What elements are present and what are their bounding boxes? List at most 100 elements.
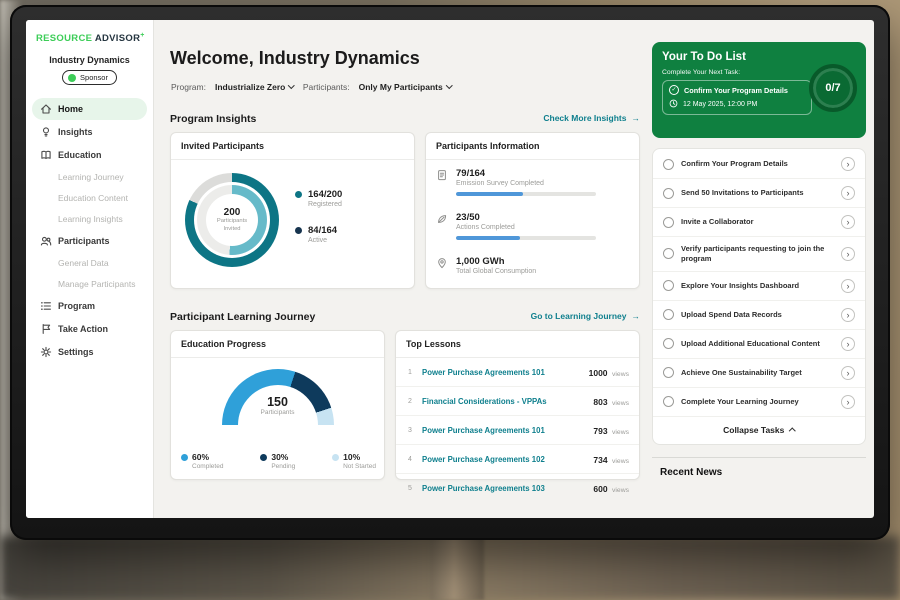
brand-advisor: ADVISOR+ [95,33,145,44]
program-filter-label: Program: [171,82,206,92]
todo-item-send-50-invitations-to-participants[interactable]: Send 50 Invitations to Participants› [653,179,865,208]
chevron-right-icon[interactable]: › [841,215,855,229]
education-icon [40,149,52,161]
legend-value: 164/200 [308,189,342,200]
lesson-link[interactable]: Power Purchase Agreements 102 [422,455,585,464]
gauge-legend-item: 30%Pending [260,452,295,470]
chevron-right-icon[interactable]: › [841,186,855,200]
todo-item-label: Invite a Collaborator [681,217,834,227]
legend-dot-icon [295,227,302,234]
sidebar-item-label: Education Content [58,193,128,203]
legend-label: Not Started [343,463,376,470]
participants-filter-dropdown[interactable]: Only My Participants [359,82,452,92]
todo-item-invite-a-collaborator[interactable]: Invite a Collaborator › [653,208,865,237]
chevron-right-icon[interactable]: › [841,279,855,293]
chevron-right-icon[interactable]: › [841,366,855,380]
sidebar-item-label: Learning Journey [58,172,124,182]
sidebar-item-label: Education [58,150,102,160]
sidebar-item-label: Home [58,104,83,114]
page-title: Welcome, Industry Dynamics [170,48,420,69]
sidebar-item-insights[interactable]: Insights [32,121,147,143]
todo-checkbox[interactable] [663,188,674,199]
todo-checkbox[interactable] [663,396,674,407]
lesson-link[interactable]: Power Purchase Agreements 101 [422,368,581,377]
lesson-views: 1000 views [589,363,629,381]
sidebar-item-learning-journey[interactable]: Learning Journey [32,167,147,187]
todo-item-upload-additional-educational-content[interactable]: Upload Additional Educational Content› [653,330,865,359]
invited-donut-chart: 200 Participants Invited [185,173,279,267]
invited-participants-card: Invited Participants 200 Participants In… [170,132,415,289]
participants-icon [40,235,52,247]
next-task-box[interactable]: ✓ Confirm Your Program Details 12 May 20… [662,80,812,115]
chevron-right-icon[interactable]: › [841,247,855,261]
filters-bar: Program: Industrialize Zero Participants… [171,82,451,92]
todo-item-label: Confirm Your Program Details [681,159,834,169]
check-more-insights-link[interactable]: Check More Insights → [543,113,640,123]
lesson-rank: 2 [406,398,414,405]
todo-checkbox[interactable] [663,280,674,291]
lesson-link[interactable]: Power Purchase Agreements 101 [422,426,585,435]
legend-label: Active [308,237,337,244]
todo-item-complete-your-learning-journey[interactable]: Complete Your Learning Journey › [653,388,865,417]
sidebar-item-manage-participants[interactable]: Manage Participants [32,274,147,294]
todo-checkbox[interactable] [663,248,674,259]
chevron-right-icon[interactable]: › [841,308,855,322]
info-label: Emission Survey Completed [456,180,596,187]
todo-item-label: Complete Your Learning Journey [681,397,834,407]
monitor-bezel: RESOURCE ADVISOR+ Industry Dynamics Spon… [10,5,890,540]
sidebar-item-settings[interactable]: Settings [32,341,147,363]
todo-item-confirm-your-program-details[interactable]: Confirm Your Program Details › [653,150,865,179]
sidebar-item-general-data[interactable]: General Data [32,253,147,273]
lesson-views: 600 views [593,479,629,497]
chevron-down-icon [446,82,452,88]
todo-hero-card: Your To Do List Complete Your Next Task:… [652,42,866,138]
chevron-right-icon[interactable]: › [841,395,855,409]
lesson-link[interactable]: Financial Considerations - VPPAs [422,397,585,406]
chevron-right-icon[interactable]: › [841,157,855,171]
sidebar-item-education-content[interactable]: Education Content [32,188,147,208]
collapse-tasks-button[interactable]: Collapse Tasks [653,417,865,443]
todo-progress-ring: 0/7 [809,64,857,112]
gauge-center-value: 150 [171,395,384,409]
link-label: Check More Insights [543,113,626,123]
todo-item-upload-spend-data-records[interactable]: Upload Spend Data Records› [653,301,865,330]
lesson-row: 3Power Purchase Agreements 101793 views [396,416,639,445]
legend-dot-icon [181,454,188,461]
todo-checkbox[interactable] [663,159,674,170]
take-action-icon [40,323,52,335]
chevron-right-icon[interactable]: › [841,337,855,351]
todo-checkbox[interactable] [663,217,674,228]
sidebar-item-learning-insights[interactable]: Learning Insights [32,209,147,229]
todo-item-achieve-one-sustainability-target[interactable]: Achieve One Sustainability Target› [653,359,865,388]
sidebar-item-label: Program [58,301,95,311]
next-task-due: 12 May 2025, 12:00 PM [683,101,757,108]
todo-checkbox[interactable] [663,309,674,320]
check-circle-icon: ✓ [669,85,679,95]
donut-legend-item: 164/200Registered [295,189,342,208]
sidebar-item-participants[interactable]: Participants [32,230,147,252]
info-value: 23/50 [456,212,596,223]
lesson-row: 2Financial Considerations - VPPAs803 vie… [396,387,639,416]
lesson-views: 793 views [593,421,629,439]
gauge-legend: 60%Completed30%Pending10%Not Started [181,452,376,470]
program-filter-dropdown[interactable]: Industrialize Zero [215,82,294,92]
sidebar-item-take-action[interactable]: Take Action [32,318,147,340]
info-value: 1,000 GWh [456,256,536,267]
lesson-link[interactable]: Power Purchase Agreements 103 [422,484,585,493]
recent-news-header[interactable]: Recent News [652,457,866,478]
legend-label: Completed [192,463,223,470]
todo-item-explore-your-insights-dashboard[interactable]: Explore Your Insights Dashboard› [653,272,865,301]
todo-checkbox[interactable] [663,367,674,378]
todo-checkbox[interactable] [663,338,674,349]
card-title: Education Progress [171,331,384,358]
sidebar-item-home[interactable]: Home [32,98,147,120]
education-progress-card: Education Progress 150 Participants 60%C… [170,330,385,480]
sidebar-item-program[interactable]: Program [32,295,147,317]
go-to-learning-journey-link[interactable]: Go to Learning Journey → [531,311,640,321]
info-row-actions-completed: 23/50Actions Completed [426,204,639,248]
sidebar-item-education[interactable]: Education [32,144,147,166]
todo-item-verify-participants-requesting-to-join-the-program[interactable]: Verify participants requesting to join t… [653,237,865,272]
program-icon [40,300,52,312]
sidebar-item-label: Learning Insights [58,214,123,224]
lesson-row: 5Power Purchase Agreements 103600 views [396,474,639,502]
